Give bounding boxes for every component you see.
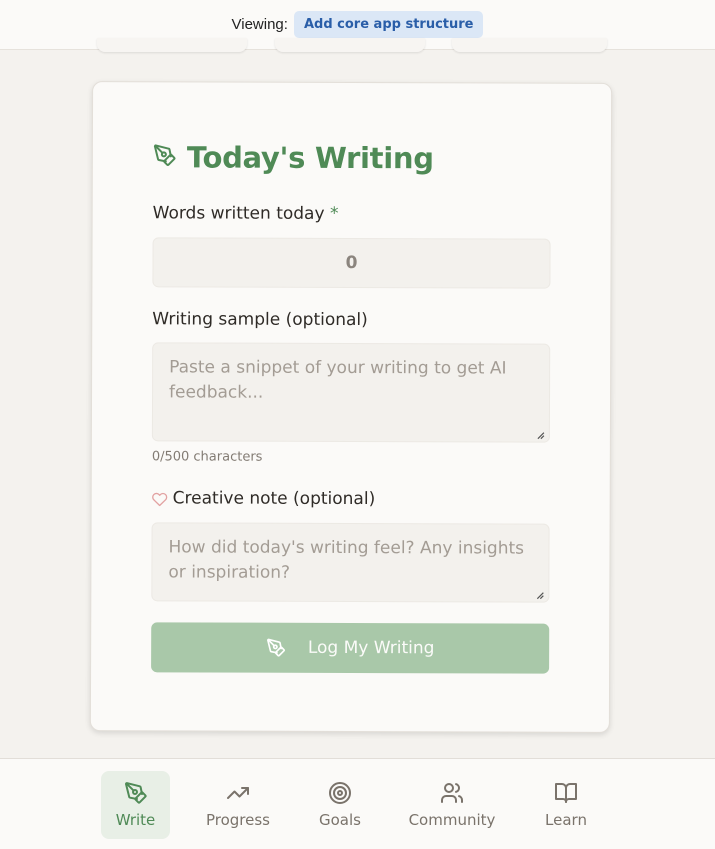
creative-note-textarea[interactable]: How did today's writing feel? Any insigh…: [151, 522, 550, 603]
resize-handle-icon[interactable]: [535, 430, 545, 440]
sample-label: Writing sample (optional): [152, 309, 368, 331]
creative-note-placeholder: How did today's writing feel? Any insigh…: [168, 537, 525, 583]
form-header: Today's Writing: [153, 140, 434, 175]
nav-label: Write: [115, 811, 156, 829]
character-counter: 0/500 characters: [151, 449, 263, 465]
heart-icon: [152, 492, 168, 506]
log-writing-button[interactable]: Log My Writing: [151, 622, 550, 674]
stacked-card-edge: [452, 38, 607, 52]
pen-nib-icon: [153, 143, 177, 171]
note-label: Creative note (optional): [152, 488, 376, 510]
writing-sample-placeholder: Paste a snippet of your writing to get A…: [169, 357, 507, 403]
target-icon: [329, 782, 351, 804]
pen-nib-icon: [266, 638, 285, 657]
words-input[interactable]: 0: [152, 237, 551, 289]
nav-item-goals[interactable]: Goals: [309, 771, 371, 839]
trending-up-icon: [227, 787, 249, 799]
form-title: Today's Writing: [186, 140, 434, 176]
stacked-card-edge: [97, 38, 247, 52]
book-open-icon: [555, 783, 577, 803]
writing-form-card: Today's Writing Words written today * 0 …: [89, 81, 613, 733]
words-label-text: Words written today: [152, 203, 325, 224]
bottom-navigation: Write Progress Goals Community Learn: [0, 758, 715, 849]
viewing-label: Viewing:: [231, 16, 288, 33]
nav-label: Community: [408, 811, 496, 829]
nav-item-progress[interactable]: Progress: [198, 771, 278, 839]
required-marker: *: [329, 203, 339, 224]
log-writing-label: Log My Writing: [307, 637, 435, 659]
words-label: Words written today *: [153, 203, 339, 224]
viewing-branch-chip[interactable]: Add core app structure: [293, 11, 484, 38]
writing-sample-textarea[interactable]: Paste a snippet of your writing to get A…: [151, 342, 551, 443]
nav-label: Goals: [319, 811, 361, 829]
users-icon: [441, 783, 463, 803]
nav-label: Progress: [205, 811, 270, 829]
pen-nib-icon: [124, 782, 147, 804]
nav-item-write[interactable]: Write: [101, 771, 170, 839]
stacked-card-edge: [275, 38, 425, 52]
note-label-text: Creative note (optional): [172, 488, 376, 510]
nav-item-learn[interactable]: Learn: [535, 771, 597, 839]
nav-item-community[interactable]: Community: [402, 771, 502, 839]
nav-label: Learn: [545, 811, 587, 829]
resize-handle-icon[interactable]: [534, 590, 544, 600]
